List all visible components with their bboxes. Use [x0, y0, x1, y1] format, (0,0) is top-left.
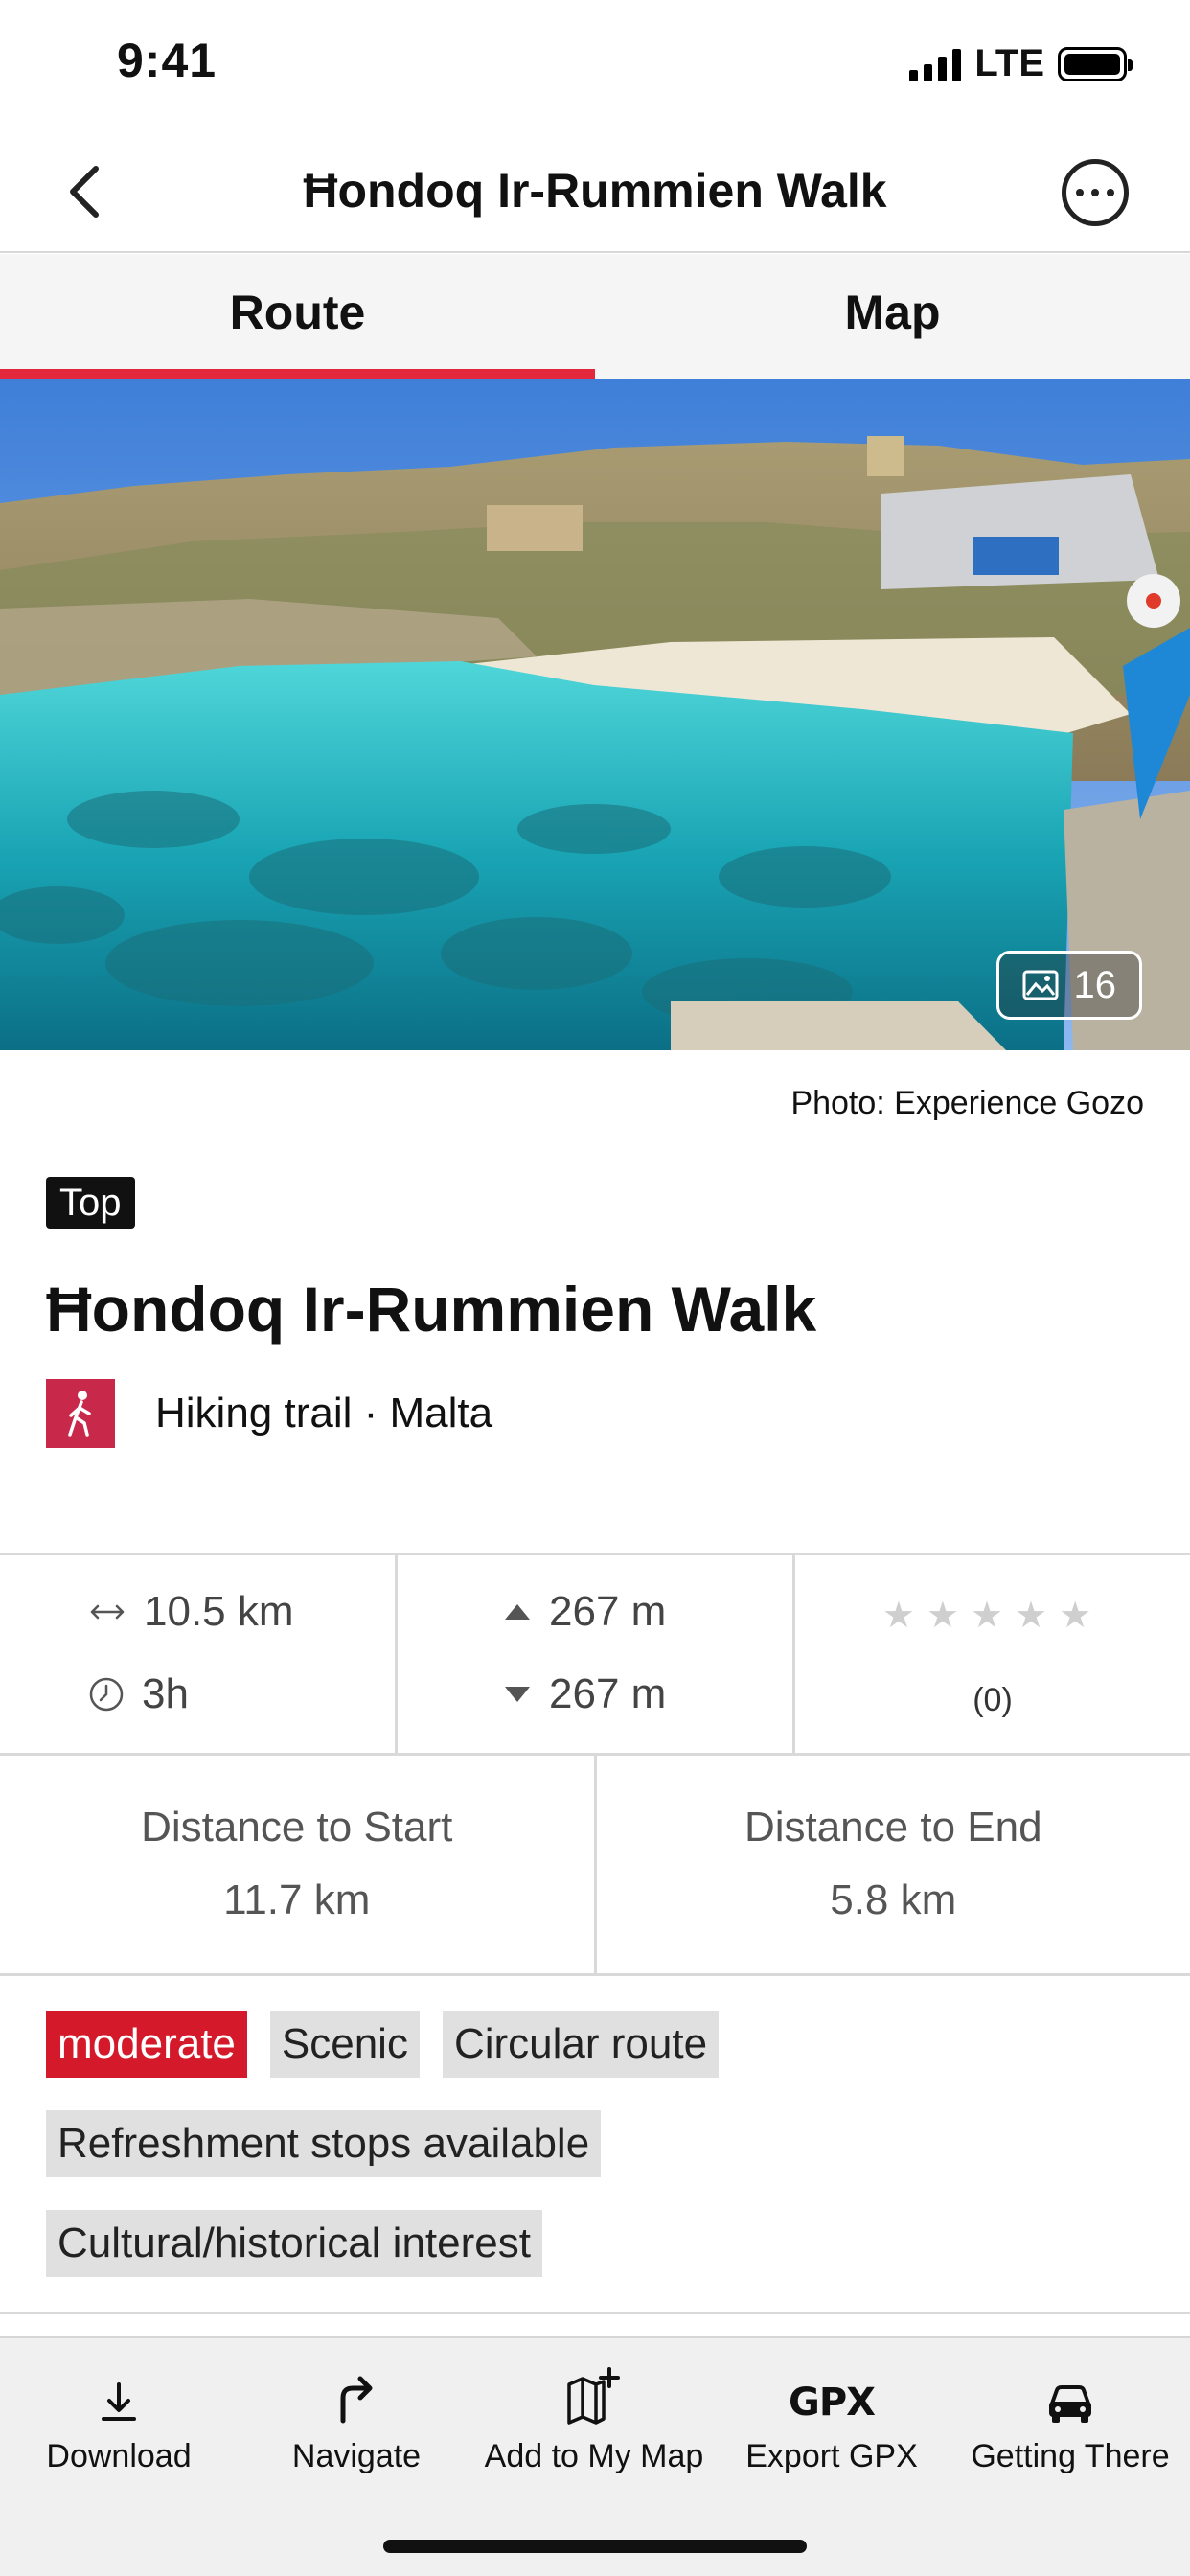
getting-there-button[interactable]: Getting There: [950, 2338, 1190, 2482]
export-gpx-button[interactable]: GPX Export GPX: [713, 2338, 950, 2482]
ascent-value: 267 m: [549, 1588, 667, 1635]
tag-scenic: Scenic: [269, 2011, 420, 2078]
image-gallery-icon: [1022, 970, 1058, 1000]
status-bar: 9:41 LTE: [0, 0, 1190, 134]
rating-stars: ★★★★★: [881, 1596, 1104, 1636]
chevron-left-icon: [70, 166, 99, 218]
stats-elevation: 267 m 267 m: [398, 1555, 795, 1753]
navigate-label: Navigate: [291, 2438, 422, 2474]
distance-to-end: Distance to End 5.8 km: [597, 1756, 1190, 1973]
export-gpx-label: Export GPX: [745, 2438, 918, 2474]
gpx-icon: GPX: [789, 2380, 876, 2425]
distance-stat: 10.5 km: [88, 1588, 294, 1636]
distance-to-end-label: Distance to End: [744, 1804, 1042, 1851]
add-to-my-map-label: Add to My Map: [484, 2438, 704, 2474]
route-type-region: Hiking trail · Malta: [155, 1390, 493, 1437]
rating-count: (0): [973, 1682, 1013, 1718]
clock-icon: [89, 1677, 124, 1712]
ascent-stat: 267 m: [503, 1588, 666, 1636]
tab-map[interactable]: Map: [595, 254, 1190, 379]
route-tags: moderate Scenic Circular route Refreshme…: [46, 2011, 1148, 2310]
status-indicators: LTE: [909, 42, 1133, 85]
horizontal-arrows-icon: [90, 1604, 125, 1620]
distance-value: 10.5 km: [144, 1588, 294, 1635]
more-options-button[interactable]: [1062, 159, 1129, 226]
getting-there-label: Getting There: [971, 2438, 1170, 2474]
distance-to-start: Distance to Start 11.7 km: [0, 1756, 597, 1973]
top-badge: Top: [46, 1177, 135, 1229]
more-dot: [1107, 189, 1114, 196]
descent-triangle-icon: [505, 1687, 530, 1702]
network-label: LTE: [974, 42, 1044, 84]
page-title: Ħondoq Ir-Rummien Walk: [303, 164, 887, 218]
battery-icon: [1058, 46, 1133, 81]
route-meta: Hiking trail · Malta: [46, 1378, 492, 1449]
ascent-triangle-icon: [505, 1604, 530, 1620]
section-divider: [0, 2312, 1190, 2314]
duration-stat: 3h: [88, 1670, 189, 1718]
photo-count-badge[interactable]: 16: [995, 951, 1142, 1020]
descent-stat: 267 m: [503, 1670, 666, 1718]
hiking-icon: [46, 1379, 115, 1448]
distance-info: Distance to Start 11.7 km Distance to En…: [0, 1756, 1190, 1976]
distance-to-start-value: 11.7 km: [223, 1876, 371, 1923]
distance-to-end-value: 5.8 km: [830, 1876, 957, 1923]
download-icon: [102, 2382, 136, 2421]
tab-bar: Route Map: [0, 254, 1190, 379]
duration-value: 3h: [142, 1670, 189, 1717]
tag-circular-route: Circular route: [442, 2011, 720, 2078]
coastal-landscape-image: [0, 379, 1190, 1050]
tab-route[interactable]: Route: [0, 254, 595, 379]
photo-count: 16: [1073, 963, 1117, 1006]
hero-photo[interactable]: 16: [0, 379, 1190, 1050]
photo-credit: Photo: Experience Gozo: [790, 1085, 1144, 1121]
route-stats: 10.5 km 3h 267 m 267 m ★★★★★ (0): [0, 1552, 1190, 1756]
map-add-icon: [567, 2367, 620, 2425]
descent-value: 267 m: [549, 1670, 667, 1717]
download-label: Download: [46, 2438, 192, 2474]
stats-rating[interactable]: ★★★★★ (0): [795, 1555, 1190, 1753]
turn-right-arrow-icon: [340, 2376, 373, 2424]
back-button[interactable]: [59, 161, 117, 222]
navigate-button[interactable]: Navigate: [238, 2338, 475, 2482]
route-title: Ħondoq Ir-Rummien Walk: [46, 1274, 817, 1345]
more-dot: [1076, 189, 1084, 196]
signal-icon: [909, 47, 962, 81]
car-icon: [1049, 2385, 1091, 2423]
difficulty-tag: moderate: [46, 2011, 247, 2078]
add-to-my-map-button[interactable]: Add to My Map: [475, 2338, 713, 2482]
stats-distance-duration: 10.5 km 3h: [0, 1555, 398, 1753]
status-time: 9:41: [117, 34, 217, 87]
tag-cultural-interest: Cultural/historical interest: [46, 2210, 542, 2277]
download-button[interactable]: Download: [0, 2338, 238, 2482]
navigation-bar: Ħondoq Ir-Rummien Walk: [0, 134, 1190, 253]
home-indicator[interactable]: [383, 2540, 807, 2553]
tag-refreshment-stops: Refreshment stops available: [46, 2110, 602, 2177]
distance-to-start-label: Distance to Start: [141, 1804, 453, 1851]
more-dot: [1091, 189, 1099, 196]
